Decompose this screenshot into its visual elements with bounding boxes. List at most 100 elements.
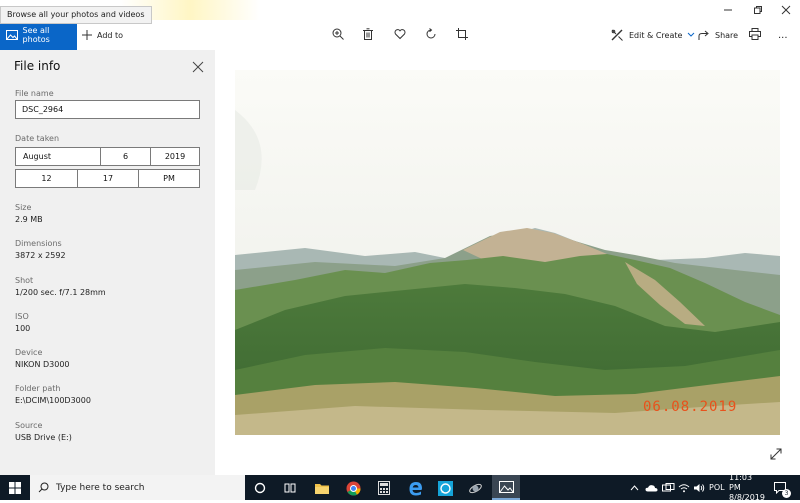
close-icon xyxy=(781,5,791,15)
see-all-label: See all photos xyxy=(22,26,50,44)
device-label: Device xyxy=(15,348,43,357)
see-all-photos-button[interactable]: See all photos xyxy=(0,20,77,50)
more-button[interactable]: ... xyxy=(778,20,788,50)
zoom-button[interactable] xyxy=(330,26,346,42)
printer-icon xyxy=(749,28,761,40)
search-placeholder: Type here to search xyxy=(56,482,145,493)
file-name-input[interactable]: DSC_2964 xyxy=(15,100,200,119)
edge-icon xyxy=(409,481,422,495)
search-icon xyxy=(38,482,49,493)
language-label: POL xyxy=(709,483,725,492)
dimensions-value: 3872 x 2592 xyxy=(15,251,66,260)
file-name-value: DSC_2964 xyxy=(22,105,64,114)
file-info-panel: File info File name DSC_2964 Date taken … xyxy=(0,50,215,475)
time-minute: 17 xyxy=(102,174,114,183)
edge-button[interactable] xyxy=(403,478,427,498)
shot-value: 1/200 sec. f/7.1 28mm xyxy=(15,288,106,297)
clock[interactable]: 11:03 PM 8/8/2019 xyxy=(729,473,765,502)
whatsapp-button[interactable] xyxy=(433,478,457,498)
satellite-app-button[interactable] xyxy=(463,478,487,498)
whatsapp-icon xyxy=(437,480,453,496)
photos-app-icon xyxy=(498,480,514,493)
time-hour: 12 xyxy=(41,174,52,183)
show-hidden-icons-button[interactable] xyxy=(630,475,639,500)
date-picker[interactable]: August 6 2019 xyxy=(15,147,200,166)
fullscreen-button[interactable] xyxy=(770,445,784,460)
edit-create-label: Edit & Create xyxy=(629,30,683,40)
close-window-button[interactable] xyxy=(770,0,800,20)
year-picker[interactable]: 2019 xyxy=(151,148,199,165)
favorite-button[interactable] xyxy=(392,26,408,42)
task-view-button[interactable] xyxy=(278,478,302,498)
heart-icon xyxy=(394,29,406,40)
tray-volume[interactable] xyxy=(693,475,705,500)
minimize-icon xyxy=(724,9,732,11)
minute-picker[interactable]: 17 xyxy=(78,170,139,187)
share-button[interactable]: Share xyxy=(698,20,738,50)
ampm-picker[interactable]: PM xyxy=(139,170,199,187)
cortana-button[interactable] xyxy=(248,478,272,498)
edit-create-icon xyxy=(611,29,623,41)
add-to-button[interactable]: Add to xyxy=(82,20,123,50)
clock-date: 8/8/2019 xyxy=(729,492,765,502)
more-label: ... xyxy=(778,29,788,41)
close-panel-button[interactable] xyxy=(192,58,206,73)
taskbar: Type here to search POL 11:03 PM 8/8/201… xyxy=(0,473,800,502)
photos-taskbar-button[interactable] xyxy=(492,475,520,500)
tray-wifi[interactable] xyxy=(678,475,690,500)
folder-icon xyxy=(315,483,329,494)
folder-path-value[interactable]: E:\DCIM\100D3000 xyxy=(15,396,91,405)
title-bar: Browse all your photos and videos xyxy=(0,0,800,24)
plus-icon xyxy=(82,30,92,40)
trash-icon xyxy=(363,28,373,40)
chrome-button[interactable] xyxy=(341,478,365,498)
chevron-up-icon xyxy=(630,484,639,490)
crop-button[interactable] xyxy=(454,26,470,42)
iso-value: 100 xyxy=(15,324,31,333)
tooltip: Browse all your photos and videos xyxy=(0,6,152,24)
rotate-icon xyxy=(426,28,436,39)
minimize-button[interactable] xyxy=(712,0,744,20)
chrome-icon xyxy=(346,481,361,496)
time-picker[interactable]: 12 17 PM xyxy=(15,169,200,188)
notification-count: 3 xyxy=(782,489,791,498)
tray-network[interactable] xyxy=(662,475,675,500)
language-indicator[interactable]: POL xyxy=(709,475,725,500)
print-button[interactable] xyxy=(747,26,763,42)
source-value: USB Drive (E:) xyxy=(15,433,72,442)
cortana-icon xyxy=(254,482,266,494)
hour-picker[interactable]: 12 xyxy=(16,170,78,187)
photo-date-stamp: 06.08.2019 xyxy=(643,399,738,415)
start-button[interactable] xyxy=(0,475,30,500)
volume-icon xyxy=(694,483,705,492)
date-month: August xyxy=(23,152,51,161)
delete-button[interactable] xyxy=(360,26,376,42)
iso-label: ISO xyxy=(15,312,29,321)
calculator-button[interactable] xyxy=(372,478,396,498)
windows-icon xyxy=(9,481,21,494)
day-picker[interactable]: 6 xyxy=(101,148,151,165)
task-view-icon xyxy=(284,483,296,493)
tray-onedrive[interactable] xyxy=(645,475,658,500)
rotate-button[interactable] xyxy=(423,26,439,42)
add-to-label: Add to xyxy=(97,30,124,40)
zoom-in-icon xyxy=(332,28,344,40)
cloud-icon xyxy=(645,484,658,491)
folder-path-label: Folder path xyxy=(15,384,61,393)
action-center-button[interactable]: 3 xyxy=(774,475,791,500)
source-label: Source xyxy=(15,421,43,430)
restore-icon xyxy=(754,6,762,14)
file-name-label: File name xyxy=(15,89,54,98)
satellite-icon xyxy=(468,483,482,493)
date-taken-label: Date taken xyxy=(15,134,60,143)
file-explorer-button[interactable] xyxy=(310,478,334,498)
dimensions-label: Dimensions xyxy=(15,239,62,248)
size-label: Size xyxy=(15,203,32,212)
taskbar-search[interactable]: Type here to search xyxy=(30,475,245,500)
device-value: NIKON D3000 xyxy=(15,360,70,369)
wifi-icon xyxy=(678,483,690,492)
photo-viewer[interactable]: 06.08.2019 xyxy=(235,70,780,435)
month-picker[interactable]: August xyxy=(16,148,101,165)
edit-create-button[interactable]: Edit & Create xyxy=(611,20,695,50)
size-value: 2.9 MB xyxy=(15,215,43,224)
